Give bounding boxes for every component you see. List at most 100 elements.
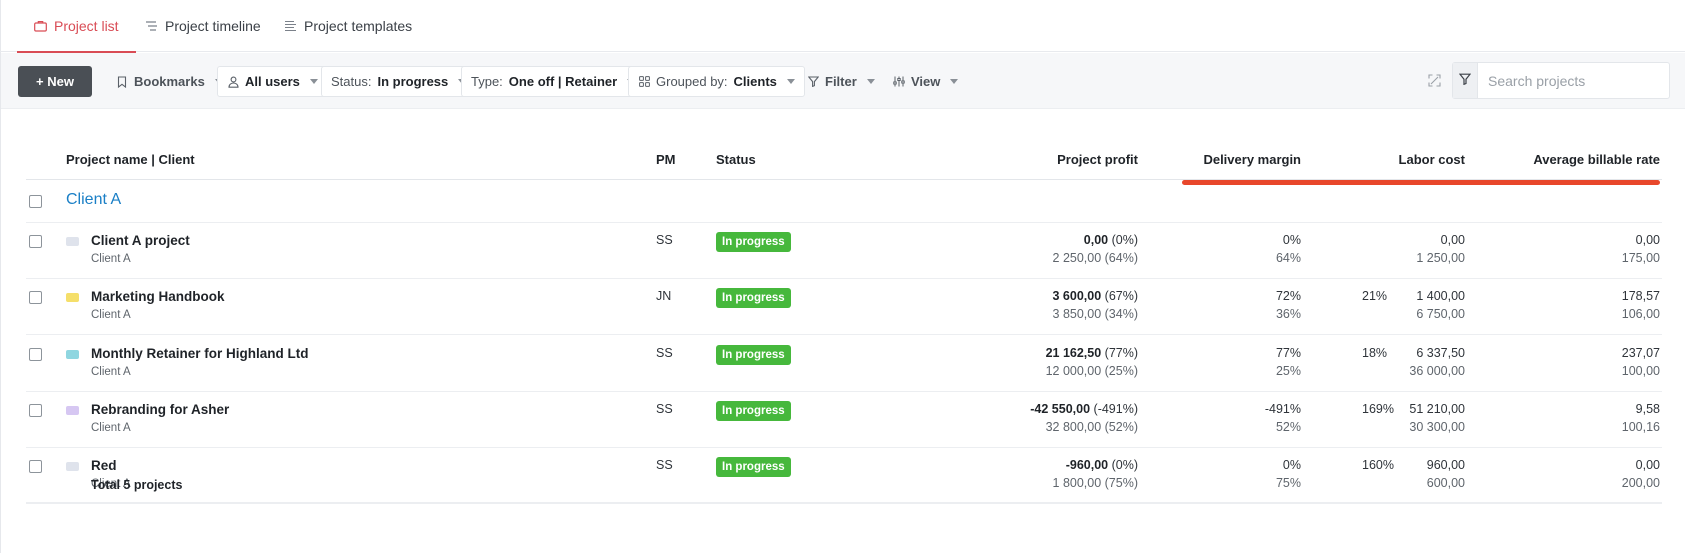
view-dropdown[interactable]: View xyxy=(884,66,967,97)
column-header-average-billable-rate[interactable]: Average billable rate xyxy=(1533,152,1660,167)
project-client: Client A xyxy=(91,422,131,434)
toolbar: + New Bookmarks All users Status: In pro… xyxy=(1,53,1685,109)
labor-cost-percent: 169% xyxy=(1362,402,1394,416)
expand-icon xyxy=(1427,73,1441,90)
labor-cost-percent: 18% xyxy=(1362,346,1388,360)
row-checkbox[interactable] xyxy=(29,235,42,248)
status-badge: In progress xyxy=(716,401,791,421)
delivery-margin-value: 72% xyxy=(1275,289,1301,303)
search-filter-button[interactable] xyxy=(1453,63,1478,98)
new-button[interactable]: + New xyxy=(18,66,92,97)
pm-initials: SS xyxy=(656,346,673,360)
delivery-margin-value: 0% xyxy=(1282,233,1301,247)
billable-rate-planned: 100,16 xyxy=(1621,420,1660,434)
users-label: All users xyxy=(245,74,300,89)
project-name-link[interactable]: Rebranding for Asher xyxy=(91,402,229,417)
labor-cost-percent: 21% xyxy=(1362,289,1388,303)
tab-project-list[interactable]: Project list xyxy=(17,0,136,53)
bookmarks-dropdown[interactable]: Bookmarks xyxy=(107,66,232,97)
labor-cost-value: 0,00 xyxy=(1440,233,1465,247)
project-name-link[interactable]: Client A project xyxy=(91,233,190,248)
status-badge: In progress xyxy=(716,345,791,365)
group-by-dropdown[interactable]: Grouped by: Clients xyxy=(628,66,805,97)
fullscreen-button[interactable] xyxy=(1419,66,1449,97)
profit-amount: -42 550,00 xyxy=(1030,402,1091,416)
delivery-margin-planned: 52% xyxy=(1275,420,1301,434)
delivery-margin-value: -491% xyxy=(1264,402,1301,416)
tab-project-timeline[interactable]: Project timeline xyxy=(145,0,261,52)
funnel-icon xyxy=(807,76,819,88)
grid-icon xyxy=(638,76,650,88)
table-row[interactable]: Rebranding for Asher Client A SS In progres… xyxy=(26,392,1662,448)
project-client: Client A xyxy=(91,309,131,321)
column-header-name[interactable]: Project name | Client xyxy=(66,152,195,167)
group-row: Client A xyxy=(26,181,1662,223)
table-header: Project name | Client PM Status Project … xyxy=(26,140,1662,180)
billable-rate-planned: 100,00 xyxy=(1621,364,1660,378)
pm-initials: SS xyxy=(656,402,673,416)
total-label: Total 5 projects xyxy=(91,478,183,492)
type-filter[interactable]: Type: One off | Retainer xyxy=(461,66,646,97)
filter-dropdown[interactable]: Filter xyxy=(798,66,884,97)
tab-project-templates[interactable]: Project templates xyxy=(284,0,412,52)
group-checkbox[interactable] xyxy=(29,195,42,208)
project-client: Client A xyxy=(91,366,131,378)
bookmark-icon xyxy=(116,75,128,88)
search-input[interactable] xyxy=(1478,63,1669,98)
billable-rate-value: 9,58 xyxy=(1635,402,1660,416)
row-checkbox[interactable] xyxy=(29,404,42,417)
project-name-link[interactable]: Monthly Retainer for Highland Ltd xyxy=(91,346,309,361)
labor-cost-planned: 30 300,00 xyxy=(1409,420,1465,434)
group-by-prefix: Grouped by: xyxy=(656,74,728,89)
total-row: Total 5 projects xyxy=(26,466,1662,503)
labor-cost-value: 51 210,00 xyxy=(1409,402,1465,416)
delivery-margin-planned: 25% xyxy=(1275,364,1301,378)
status-filter-value: In progress xyxy=(377,74,449,89)
chevron-down-icon xyxy=(866,79,875,84)
row-checkbox[interactable] xyxy=(29,291,42,304)
column-header-delivery-margin[interactable]: Delivery margin xyxy=(1203,152,1301,167)
group-by-value: Clients xyxy=(733,74,777,89)
profit-percent: (0%) xyxy=(1111,233,1138,247)
project-name-link[interactable]: Marketing Handbook xyxy=(91,289,225,304)
project-profit-value: 3 600,00 (67%) xyxy=(1053,289,1139,303)
project-profit-value: 0,00 (0%) xyxy=(1084,233,1138,247)
tab-bar: Project list Project timeline Project te… xyxy=(0,0,1685,53)
column-header-pm[interactable]: PM xyxy=(656,152,676,167)
project-profit-planned: 32 800,00 (52%) xyxy=(1045,420,1138,434)
timeline-icon xyxy=(145,20,158,33)
project-profit-planned: 12 000,00 (25%) xyxy=(1045,364,1138,378)
billable-rate-value: 178,57 xyxy=(1621,289,1660,303)
delivery-margin-planned: 64% xyxy=(1275,251,1301,265)
column-header-labor-cost[interactable]: Labor cost xyxy=(1399,152,1465,167)
profit-percent: (-491%) xyxy=(1093,402,1138,416)
row-checkbox[interactable] xyxy=(29,348,42,361)
delivery-margin-planned: 36% xyxy=(1275,307,1301,321)
profit-amount: 0,00 xyxy=(1083,233,1109,247)
profit-percent: (77%) xyxy=(1104,346,1138,360)
table-row[interactable]: Marketing Handbook Client A JN In progress 3… xyxy=(26,279,1662,335)
column-header-project-profit[interactable]: Project profit xyxy=(1057,152,1138,167)
table-row[interactable]: Monthly Retainer for Highland Ltd Client … xyxy=(26,336,1662,392)
pm-initials: SS xyxy=(656,233,673,247)
chevron-down-icon xyxy=(950,79,959,84)
profit-amount: 21 162,50 xyxy=(1045,346,1102,360)
table-row[interactable]: Client A project Client A SS In progress 0,0… xyxy=(26,223,1662,279)
column-header-status[interactable]: Status xyxy=(716,152,756,167)
group-name-link[interactable]: Client A xyxy=(66,191,121,209)
users-filter[interactable]: All users xyxy=(217,66,328,97)
project-profit-planned: 3 850,00 (34%) xyxy=(1052,307,1138,321)
funnel-icon xyxy=(1458,73,1472,88)
billable-rate-planned: 106,00 xyxy=(1621,307,1660,321)
project-client: Client A xyxy=(91,253,131,265)
profit-amount: 3 600,00 xyxy=(1052,289,1102,303)
search-box xyxy=(1452,62,1670,99)
tab-label: Project timeline xyxy=(165,18,261,34)
billable-rate-value: 237,07 xyxy=(1621,346,1660,360)
tab-label: Project list xyxy=(54,18,119,34)
status-filter[interactable]: Status: In progress xyxy=(321,66,477,97)
type-filter-prefix: Type: xyxy=(471,74,503,89)
labor-cost-planned: 1 250,00 xyxy=(1416,251,1465,265)
type-filter-value: One off | Retainer xyxy=(508,74,618,89)
project-type-icon xyxy=(66,406,79,415)
